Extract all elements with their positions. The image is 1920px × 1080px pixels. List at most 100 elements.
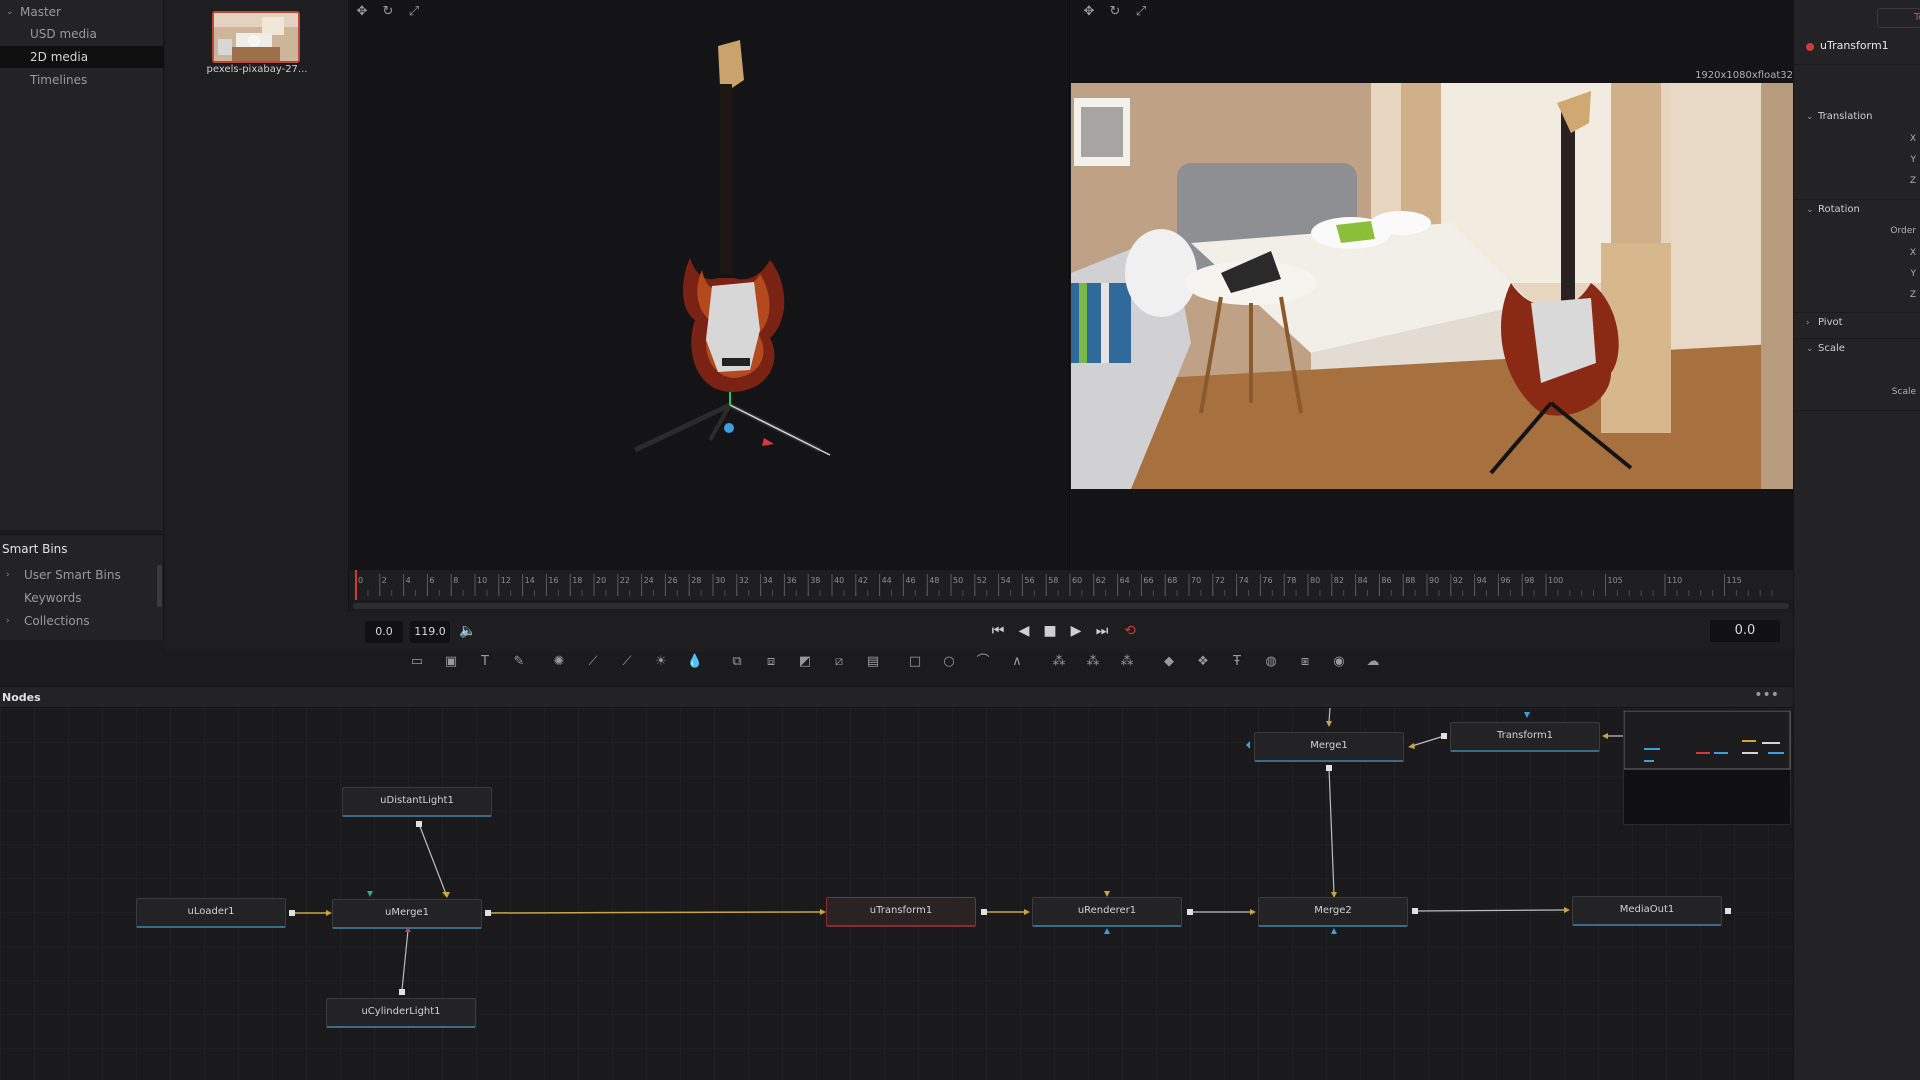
bin-label: 2D media [30, 50, 89, 64]
color-curves-icon[interactable]: ⟋ [584, 654, 602, 670]
inspector-node-name: uTransform1 [1820, 39, 1889, 52]
ruler-tick-label: 50 [953, 576, 963, 585]
matte-control-icon[interactable]: ◩ [796, 654, 814, 670]
smart-bin-keywords[interactable]: Keywords [0, 587, 160, 609]
loop-icon[interactable]: ⟲ [1120, 621, 1140, 641]
renderer3d-icon[interactable]: ⧆ [1296, 654, 1314, 670]
play-forward-icon[interactable]: ▶ [1066, 621, 1086, 641]
chevron-right-icon: › [6, 570, 10, 580]
stop-icon[interactable]: ■ [1040, 621, 1060, 641]
blur-icon[interactable]: 💧 [686, 654, 704, 670]
smart-bin-collections[interactable]: › Collections [0, 610, 160, 632]
ruler-tick-label: 8 [453, 576, 458, 585]
particle-emitter-icon[interactable]: ⁂ [1050, 654, 1068, 670]
skip-to-start-icon[interactable]: ⏮ [988, 621, 1008, 641]
smart-bins-title: Smart Bins [2, 542, 68, 556]
node-navigator[interactable] [1623, 710, 1791, 825]
node-uloader[interactable]: uLoader1 [136, 898, 286, 928]
time-ruler[interactable]: 0 2 4 6 8 10 12 14 16 18 20 22 24 26 28 30 32 34 36 38 40 42 4… [350, 570, 1793, 600]
node-ucylinderlight[interactable]: uCylinderLight1 [326, 998, 476, 1028]
channel-boolean-icon[interactable]: ⧈ [762, 654, 780, 670]
pan-icon[interactable]: ✥ [1081, 4, 1097, 20]
ruler-tick-label: 46 [905, 576, 915, 585]
bin-2d-media[interactable]: 2D media [0, 46, 164, 68]
fit-view-icon[interactable]: ⤢ [406, 4, 422, 20]
viewer-right-toolbar: ✥ ↻ ⤢ [1071, 0, 1793, 24]
node-merge1[interactable]: Merge1 [1254, 732, 1404, 762]
play-reverse-icon[interactable]: ◀ [1014, 621, 1034, 641]
paint-tool-icon[interactable]: ✎ [510, 654, 528, 670]
usd-tool-icon[interactable]: ☁ [1364, 654, 1382, 670]
speaker-icon[interactable]: 🔈 [458, 621, 478, 641]
divider [1794, 64, 1920, 65]
bin-timelines[interactable]: Timelines [0, 69, 164, 91]
text3d-icon[interactable]: Ŧ [1228, 654, 1246, 670]
clip-name: pexels-pixabay-27... [206, 64, 308, 75]
merge-tool-icon[interactable]: ⧉ [728, 654, 746, 670]
merge3d-icon[interactable]: ❖ [1194, 654, 1212, 670]
smart-bin-user[interactable]: › User Smart Bins [0, 564, 160, 586]
node-mediaout[interactable]: MediaOut1 [1572, 896, 1722, 926]
smart-bins-panel: Smart Bins › User Smart Bins Keywords › … [0, 534, 164, 640]
timeline-scrubber[interactable] [353, 603, 1789, 609]
particles-tool-icon[interactable]: ✺ [550, 654, 568, 670]
fit-view-icon[interactable]: ⤢ [1133, 4, 1149, 20]
section-scale[interactable]: ⌄ Scale [1806, 343, 1845, 354]
ruler-tick-label: 78 [1286, 576, 1296, 585]
pan-icon[interactable]: ✥ [354, 4, 370, 20]
translation-z-label: Z [1909, 176, 1916, 186]
node-utransform[interactable]: uTransform1 [826, 897, 976, 927]
transform-tool-icon[interactable]: ⧄ [830, 654, 848, 670]
particle-render-icon[interactable]: ⁂ [1084, 654, 1102, 670]
particle-style-icon[interactable]: ⁂ [1118, 654, 1136, 670]
ruler-tick-label: 60 [1072, 576, 1082, 585]
skip-to-end-icon[interactable]: ⏭ [1092, 621, 1112, 641]
image-tool-icon[interactable]: ▣ [442, 654, 460, 670]
divider [1794, 338, 1920, 339]
viewer-right[interactable]: ✥ ↻ ⤢ 1920x1080xfloat32 [1071, 0, 1793, 570]
fusion-page: ⌄ Master USD media 2D media Timelines pe [0, 0, 1920, 1080]
smart-bins-scrollbar[interactable] [157, 565, 162, 607]
bspline-mask-icon[interactable]: ∧ [1008, 654, 1026, 670]
section-rotation[interactable]: ⌄ Rotation [1806, 204, 1860, 215]
rotate-view-icon[interactable]: ↻ [1107, 4, 1123, 20]
bin-label: Timelines [30, 73, 88, 87]
shape3d-icon[interactable]: ◆ [1160, 654, 1178, 670]
node-umerge[interactable]: uMerge1 [332, 899, 482, 929]
ruler-tick-label: 44 [882, 576, 892, 585]
node-udistantlight[interactable]: uDistantLight1 [342, 787, 492, 817]
end-frame-field[interactable]: 119.0 [410, 621, 450, 643]
camera3d-icon[interactable]: ◍ [1262, 654, 1280, 670]
ruler-tick-label: 2 [382, 576, 387, 585]
clip-thumbnail[interactable] [212, 11, 300, 63]
current-frame-field[interactable]: 0.0 [1710, 620, 1780, 642]
viewer-left[interactable]: ✥ ↻ ⤢ [350, 0, 1070, 570]
start-frame-field[interactable]: 0.0 [365, 621, 403, 643]
section-translation[interactable]: ⌄ Translation [1806, 111, 1873, 122]
ruler-tick-label: 64 [1120, 576, 1130, 585]
inspector-top-button[interactable]: To [1877, 8, 1920, 28]
resize-tool-icon[interactable]: ▤ [864, 654, 882, 670]
rotate-view-icon[interactable]: ↻ [380, 4, 396, 20]
text-tool-icon[interactable]: T [476, 654, 494, 670]
inspector-panel: To uTransform1 ⌄ Translation X Y Z ⌄ Rotat… [1793, 0, 1920, 1080]
node-urenderer[interactable]: uRenderer1 [1032, 897, 1182, 927]
section-pivot[interactable]: › Pivot [1806, 317, 1843, 328]
brightness-icon[interactable]: ☀ [652, 654, 670, 670]
bin-usd-media[interactable]: USD media [0, 23, 164, 45]
node-editor[interactable]: uLoader1 uMerge1 uDistantLight1 uCylinde… [0, 708, 1793, 1080]
background-tool-icon[interactable]: ▭ [408, 654, 426, 670]
bin-master[interactable]: ⌄ Master [0, 1, 164, 23]
node-transform1[interactable]: Transform1 [1450, 722, 1600, 752]
polygon-mask-icon[interactable]: ⌒ [974, 654, 992, 670]
node-merge2[interactable]: Merge2 [1258, 897, 1408, 927]
section-label: Rotation [1818, 204, 1860, 215]
divider [1794, 312, 1920, 313]
rectangle-mask-icon[interactable]: □ [906, 654, 924, 670]
light3d-icon[interactable]: ◉ [1330, 654, 1348, 670]
ruler-tick-label: 72 [1215, 576, 1225, 585]
more-options-icon[interactable]: ••• [1754, 687, 1779, 703]
ellipse-mask-icon[interactable]: ○ [940, 654, 958, 670]
ruler-tick-label: 66 [1143, 576, 1153, 585]
color-correct-icon[interactable]: ⟋ [618, 654, 636, 670]
